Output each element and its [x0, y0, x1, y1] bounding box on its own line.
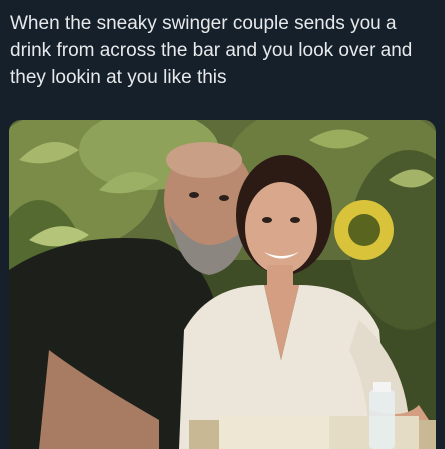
- meme-post: When the sneaky swinger couple sends you…: [0, 0, 445, 449]
- post-photo[interactable]: [9, 120, 436, 449]
- post-caption: When the sneaky swinger couple sends you…: [10, 13, 413, 88]
